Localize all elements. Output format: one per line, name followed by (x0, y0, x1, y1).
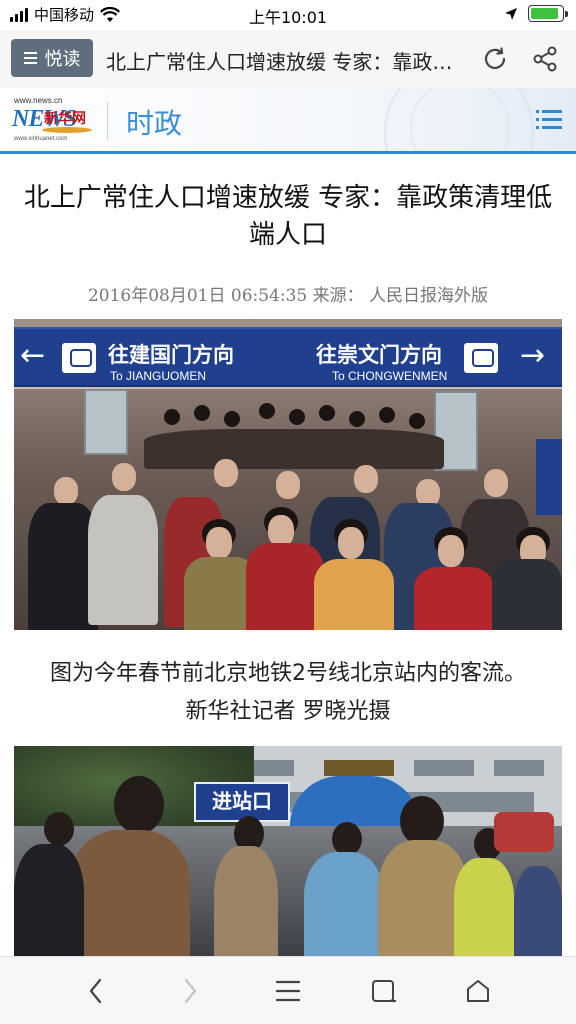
channel-header: www.news.cn NEWS 新华网 www.xinhuanet.com 时… (0, 88, 576, 154)
status-right (504, 5, 568, 22)
station-entrance-photo[interactable]: 进站口 (14, 746, 562, 956)
article-title: 北上广常住人口增速放缓 专家：靠政策清理低端人口 (23, 183, 553, 250)
logo-brand: 新华网 (44, 111, 86, 127)
caption-line: 图为今年春节前北京地铁2号线北京站内的客流。 (50, 661, 526, 686)
train-icon (62, 343, 96, 373)
home-button[interactable] (460, 973, 496, 1009)
train-icon (464, 343, 498, 373)
entrance-sign: 进站口 (194, 782, 290, 822)
refresh-icon (484, 47, 506, 69)
tabs-button[interactable] (366, 973, 402, 1009)
reader-mode-button[interactable]: 悦读 (11, 39, 93, 77)
crowd (14, 399, 562, 630)
bottom-toolbar (0, 956, 576, 1024)
status-time: 上午10:01 (248, 8, 328, 27)
app-bar: 悦读 北上广常住人口增速放缓 专家：靠政策清理低端人口 (0, 30, 576, 88)
xinhua-logo[interactable]: www.news.cn NEWS 新华网 www.xinhuanet.com (12, 96, 96, 146)
reader-mode-label: 悦读 (44, 49, 81, 70)
sign-right-en: To CHONGWENMEN (332, 369, 448, 383)
left-arrow-icon: ← (20, 338, 46, 373)
forward-icon (184, 978, 197, 1004)
back-button[interactable] (78, 973, 114, 1009)
right-arrow-icon: → (520, 338, 546, 373)
logo-url: www.xinhuanet.com (14, 136, 68, 142)
location-icon (505, 7, 517, 20)
battery-fill (531, 8, 558, 19)
sign-left-cn: 往建国门方向 (108, 343, 234, 367)
channel-divider (107, 102, 108, 140)
logo-site: www.news.cn (14, 96, 63, 105)
caption-credit: 新华社记者 罗晓光摄 (185, 699, 391, 724)
crowd (14, 776, 562, 956)
globe-decoration-inner (410, 88, 510, 151)
tabs-icon (372, 980, 397, 1003)
status-bar: 中国移动 上午10:01 (0, 0, 576, 30)
back-icon (89, 978, 102, 1004)
share-button[interactable] (530, 44, 560, 74)
logo-swoosh (42, 127, 92, 133)
photo-caption: 图为今年春节前北京地铁2号线北京站内的客流。 新华社记者 罗晓光摄 (0, 655, 576, 731)
page-title: 北上广常住人口增速放缓 专家：靠政策清理低端人口 (106, 50, 456, 74)
battery-icon (528, 5, 568, 22)
channel-name: 时政 (126, 107, 183, 140)
list-icon[interactable] (536, 108, 562, 132)
subway-crowd-photo[interactable]: ← 往建国门方向 To JIANGUOMEN 往崇文门方向 To CHONGWE… (14, 319, 562, 630)
share-icon (533, 46, 557, 72)
menu-button[interactable] (270, 973, 306, 1009)
refresh-button[interactable] (480, 44, 510, 74)
forward-button[interactable] (172, 973, 208, 1009)
sign-right-cn: 往崇文门方向 (316, 343, 442, 367)
menu-icon (275, 980, 301, 1002)
home-icon (467, 980, 489, 1002)
menu-icon (23, 52, 37, 64)
direction-sign: ← 往建国门方向 To JIANGUOMEN 往崇文门方向 To CHONGWE… (14, 327, 562, 387)
sign-left-en: To JIANGUOMEN (110, 369, 207, 383)
article-meta: 2016年08月01日 06:54:35 来源： 人民日报海外版 (87, 286, 489, 306)
